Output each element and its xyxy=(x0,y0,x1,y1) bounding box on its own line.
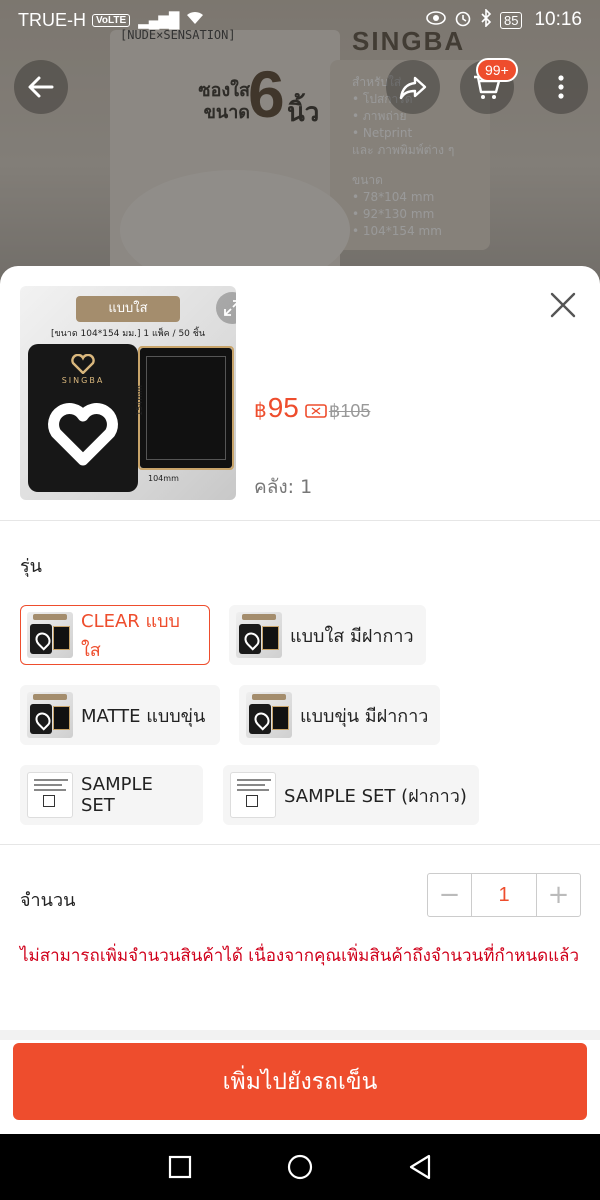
wifi-icon xyxy=(185,10,205,31)
clock: 10:16 xyxy=(534,9,582,30)
quantity-input[interactable]: 1 xyxy=(471,874,537,916)
share-icon xyxy=(399,76,427,100)
brand-logo-icon xyxy=(48,403,118,466)
price-value: 95 xyxy=(267,392,299,423)
increase-quantity-button[interactable]: + xyxy=(537,874,580,916)
variation-label: SAMPLE SET xyxy=(81,774,153,816)
share-button[interactable] xyxy=(386,60,440,114)
stock-count: คลัง: 1 xyxy=(254,476,313,498)
bluetooth-icon xyxy=(480,7,492,32)
close-button[interactable] xyxy=(546,288,580,322)
divider xyxy=(0,1030,600,1040)
variation-thumbnail xyxy=(27,692,73,738)
alarm-icon xyxy=(454,9,472,32)
home-button[interactable] xyxy=(285,1152,315,1182)
quantity-section: จำนวน − 1 + ไม่สามารถเพิ่มจำนวนสินค้าได้… xyxy=(0,845,600,1031)
quantity-label: จำนวน xyxy=(20,890,76,911)
back-nav-button[interactable] xyxy=(405,1152,435,1182)
variation-option-clear[interactable]: CLEAR แบบใส xyxy=(20,605,210,665)
more-vertical-icon xyxy=(558,75,564,99)
status-bar: TRUE-H VoLTE ▂▄▆█ 85 10:16 xyxy=(0,0,600,40)
variation-label: CLEAR แบบใส xyxy=(81,611,180,661)
variation-section: รุ่น CLEAR แบบใส แบบใส มีฝากาว MATTE แบบ… xyxy=(0,521,600,845)
system-navigation-bar xyxy=(0,1134,600,1200)
quantity-limit-warning: ไม่สามารถเพิ่มจำนวนสินค้าได้ เนื่องจากคุ… xyxy=(20,946,580,966)
sleeve-image xyxy=(140,348,232,468)
close-icon xyxy=(550,292,576,318)
variation-thumbnail xyxy=(27,772,73,818)
quantity-stepper: − 1 + xyxy=(427,873,581,917)
thumb-brand: SINGBA xyxy=(61,376,105,385)
expand-image-button[interactable] xyxy=(216,292,236,324)
arrow-left-icon xyxy=(28,76,54,98)
volte-badge: VoLTE xyxy=(92,13,131,27)
carrier-name: TRUE-H xyxy=(18,9,86,30)
currency-symbol: ฿ xyxy=(254,400,267,422)
variation-thumbnail xyxy=(230,772,276,818)
expand-icon xyxy=(224,300,236,316)
modal-backdrop[interactable] xyxy=(0,0,600,300)
variation-label: แบบใส มีฝากาว xyxy=(290,625,414,647)
variation-thumbnail xyxy=(246,692,292,738)
recent-apps-button[interactable] xyxy=(165,1152,195,1182)
variation-option-sample-set[interactable]: SAMPLE SET xyxy=(20,765,203,825)
more-button[interactable] xyxy=(534,60,588,114)
variation-bottom-sheet: แบบใส [ขนาด 104*154 มม.] 1 แพ็ค / 50 ชิ้… xyxy=(0,266,600,1134)
thumb-tag: แบบใส xyxy=(76,296,180,322)
product-summary: แบบใส [ขนาด 104*154 มม.] 1 แพ็ค / 50 ชิ้… xyxy=(0,266,600,521)
sleeve-inner xyxy=(146,356,226,460)
add-to-cart-button[interactable]: เพิ่มไปยังรถเข็น xyxy=(13,1043,587,1120)
brand-heart-icon xyxy=(71,354,95,374)
product-thumbnail[interactable]: แบบใส [ขนาด 104*154 มม.] 1 แพ็ค / 50 ชิ้… xyxy=(20,286,236,500)
signal-icon: ▂▄▆█ xyxy=(138,12,179,29)
battery-indicator: 85 xyxy=(499,11,523,29)
decrease-quantity-button[interactable]: − xyxy=(428,874,471,916)
thumb-dimension-horizontal: 104mm xyxy=(148,474,179,483)
variation-label: SAMPLE SET (ฝากาว) xyxy=(284,785,467,807)
variation-option-matte-adhesive[interactable]: แบบขุ่น มีฝากาว xyxy=(239,685,440,745)
current-price: ฿95 xyxy=(254,392,299,424)
variation-option-clear-adhesive[interactable]: แบบใส มีฝากาว xyxy=(229,605,426,665)
thumb-caption: [ขนาด 104*154 มม.] 1 แพ็ค / 50 ชิ้น xyxy=(50,329,206,339)
variation-label: แบบขุ่น มีฝากาว xyxy=(300,705,429,727)
variation-option-sample-set-adhesive[interactable]: SAMPLE SET (ฝากาว) xyxy=(223,765,479,825)
variation-title: รุ่น xyxy=(20,556,42,577)
variation-option-matte[interactable]: MATTE แบบขุ่น xyxy=(20,685,220,745)
original-price: ฿105 xyxy=(328,401,371,421)
variation-label: MATTE แบบขุ่น xyxy=(81,705,206,727)
variation-thumbnail xyxy=(236,612,282,658)
pouch-image: SINGBA xyxy=(28,344,138,492)
eye-icon xyxy=(426,10,446,30)
variation-thumbnail xyxy=(27,612,73,658)
coupon-icon xyxy=(305,404,327,418)
back-button[interactable] xyxy=(14,60,68,114)
thumb-dimension-vertical: 154mm xyxy=(134,385,144,416)
price-row: ฿95 ฿105 xyxy=(254,392,370,424)
cart-count-badge: 99+ xyxy=(476,58,518,82)
